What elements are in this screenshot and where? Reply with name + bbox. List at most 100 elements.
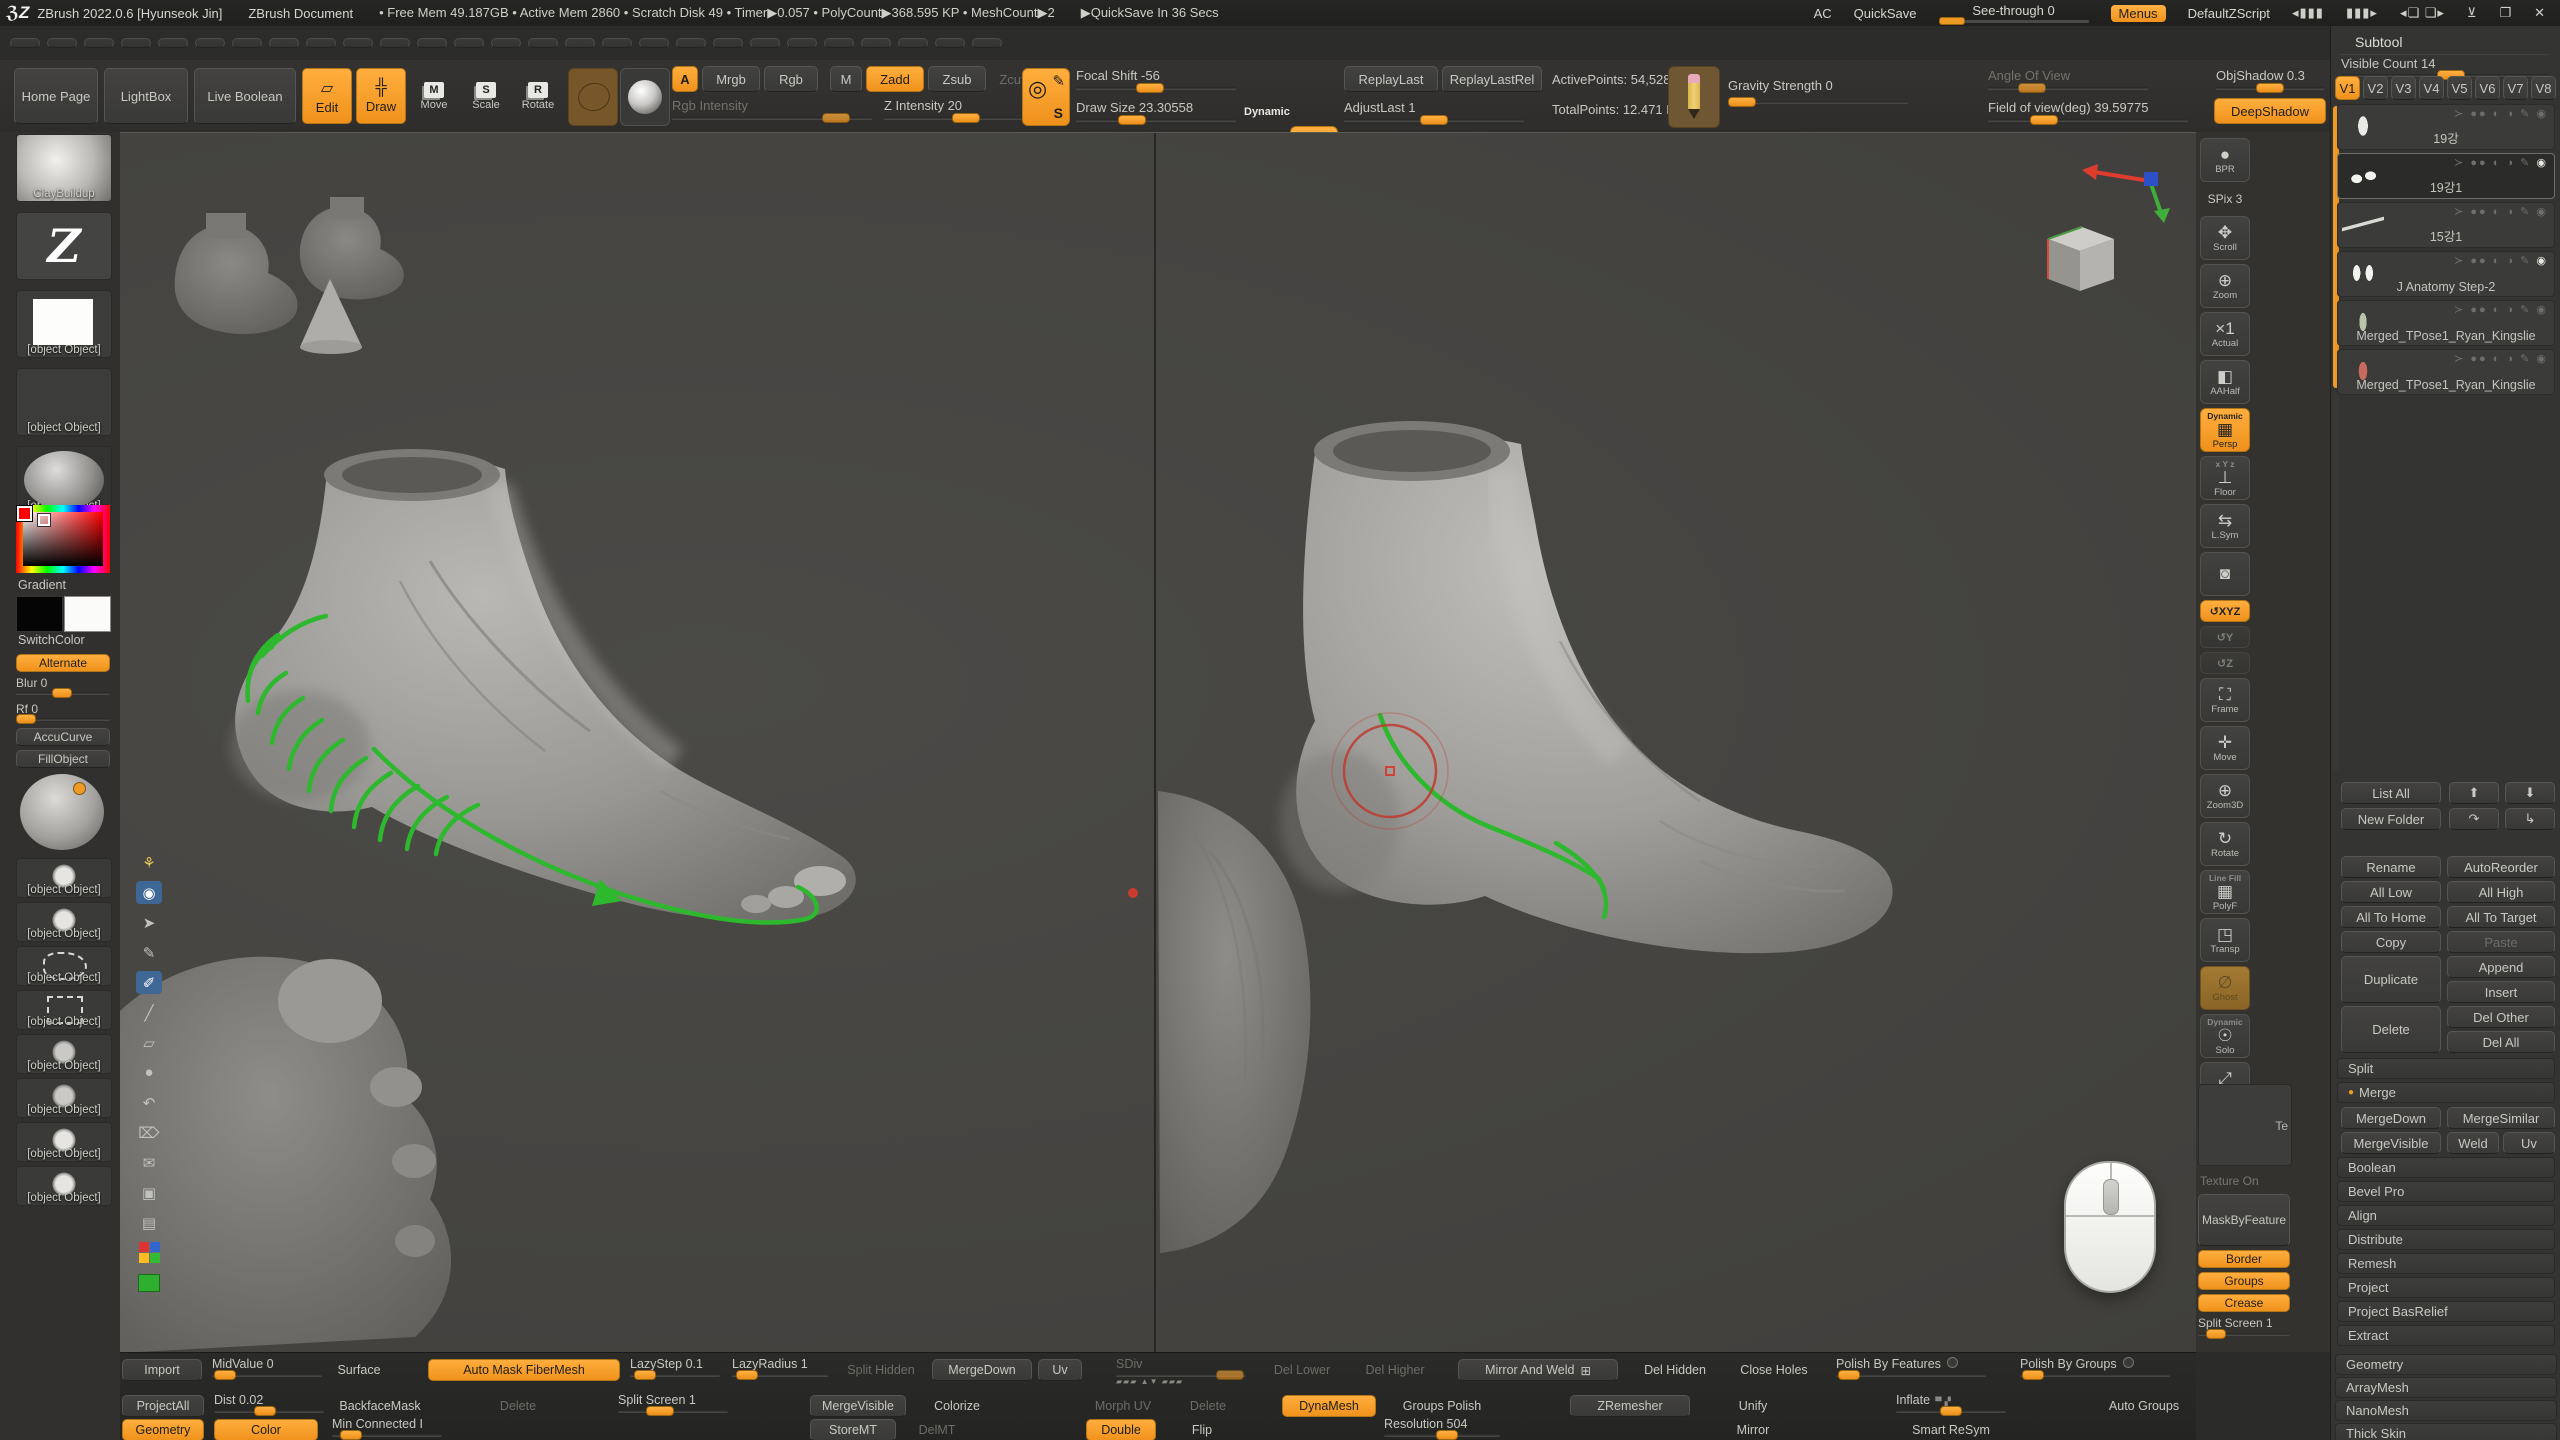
sidebar-tile[interactable]: [object Object]	[16, 946, 112, 986]
dock-left-icon[interactable]: ◂▮▮▮	[2292, 5, 2324, 21]
import-button[interactable]: Import	[122, 1359, 202, 1381]
new-folder-button[interactable]: New Folder	[2341, 808, 2441, 830]
gravity-knob[interactable]	[1728, 97, 1756, 107]
size-brush-tile[interactable]: ◎✎ S	[1022, 68, 1070, 126]
version-tab[interactable]: V5	[2447, 76, 2472, 100]
menus-toggle-button[interactable]: Menus	[2111, 5, 2166, 22]
merge-down-button[interactable]: MergeDown	[2341, 1107, 2441, 1129]
weld-button[interactable]: Weld	[2447, 1132, 2499, 1154]
rgb-intensity-knob[interactable]	[822, 113, 850, 123]
stroke-preview-tile[interactable]	[568, 68, 618, 126]
mirror-button[interactable]: Mirror	[1708, 1419, 1798, 1440]
hue-selector[interactable]	[17, 506, 32, 521]
subtool-item-icons[interactable]: ≻ ●● ◐ ◑ ✎ ◉	[2454, 352, 2548, 365]
subtool-scrollbar-track[interactable]	[2333, 392, 2339, 772]
shelf-button[interactable]: ↻ Rotate	[2200, 822, 2250, 866]
marker-tool-icon[interactable]: ✐	[136, 971, 162, 994]
border-button[interactable]: Border	[2198, 1250, 2290, 1268]
document-canvas[interactable]: ⚘ ◉ ➤ ✎ ✐ ╱ ▱ ● ↶ ⌦ ✉ ▣ ▤	[120, 132, 2196, 1353]
gradient-label[interactable]: Gradient	[18, 578, 66, 592]
shelf-button[interactable]: ◳ Transp	[2200, 918, 2250, 962]
geometry-button[interactable]: Geometry	[122, 1419, 204, 1440]
z-intensity-slider[interactable]: Z Intensity 20	[884, 98, 1034, 120]
append-button[interactable]: Append	[2447, 956, 2555, 978]
shelf-button[interactable]: ⊕ Zoom	[2200, 264, 2250, 308]
lazyradius-slider[interactable]: LazyRadius 1	[732, 1357, 828, 1379]
menu-item[interactable]	[935, 38, 965, 48]
version-tab[interactable]: V1	[2335, 76, 2360, 100]
sidebar-tile[interactable]: [object Object]	[16, 1078, 112, 1118]
geometry-palette-header[interactable]: Geometry	[2335, 1354, 2557, 1375]
secondary-color-swatch[interactable]	[64, 596, 111, 632]
adjust-last-slider[interactable]: AdjustLast 1	[1344, 100, 1524, 122]
draw-size-slider[interactable]: Draw Size 23.30558	[1076, 100, 1236, 122]
texture-preview-box[interactable]: Te	[2198, 1084, 2292, 1166]
line-tool-icon[interactable]: ╱	[136, 1001, 162, 1024]
menu-item[interactable]	[898, 38, 928, 48]
menu-item[interactable]	[380, 38, 410, 48]
home-page-button[interactable]: Home Page	[14, 68, 98, 124]
eye-icon[interactable]: ◉	[2536, 304, 2548, 316]
see-through-slider[interactable]: See-through 0	[1939, 3, 2089, 23]
dist-slider[interactable]: Dist 0.02	[214, 1393, 324, 1415]
project-section-header[interactable]: Project	[2337, 1277, 2555, 1298]
shelf-button[interactable]: ∅ Ghost	[2200, 966, 2250, 1010]
distribute-section-header[interactable]: Distribute	[2337, 1229, 2555, 1250]
del-other-button[interactable]: Del Other	[2447, 1006, 2555, 1028]
subtool-list-item[interactable]: ≻ ●● ◐ ◑ ✎ ◉ Merged_TPose1_Ryan_Kingslie	[2337, 349, 2555, 395]
del-all-button[interactable]: Del All	[2447, 1031, 2555, 1053]
double-button[interactable]: Double	[1086, 1419, 1156, 1440]
blur-slider[interactable]: Blur 0	[16, 676, 110, 695]
sidebar-tile[interactable]: [object Object]	[16, 858, 112, 898]
boolean-section-header[interactable]: Boolean	[2337, 1157, 2555, 1178]
menu-item[interactable]	[306, 38, 336, 48]
all-low-button[interactable]: All Low	[2341, 881, 2441, 903]
insert-button[interactable]: Insert	[2447, 981, 2555, 1003]
merge-visible-button[interactable]: MergeVisible	[2341, 1132, 2441, 1154]
version-tab[interactable]: V2	[2363, 76, 2388, 100]
split-screen-knob[interactable]	[2206, 1329, 2226, 1339]
shelf-button[interactable]: ● BPR	[2200, 138, 2250, 182]
replay-last-rel-button[interactable]: ReplayLastRel	[1442, 66, 1542, 92]
main-color-swatch[interactable]	[16, 596, 63, 632]
menu-item[interactable]	[269, 38, 299, 48]
sidebar-tile[interactable]: [object Object]	[16, 902, 112, 942]
split-section-header[interactable]: Split	[2337, 1058, 2555, 1079]
merge-section-header[interactable]: ●Merge	[2337, 1082, 2555, 1103]
image-icon[interactable]: ▣	[136, 1181, 162, 1204]
replay-last-button[interactable]: ReplayLast	[1344, 66, 1438, 92]
rf-slider[interactable]: Rf 0	[16, 702, 110, 721]
subtool-list-item[interactable]: ≻ ●● ◐ ◑ ✎ ◉ J Anatomy Step-2	[2337, 251, 2555, 297]
menu-item[interactable]	[158, 38, 188, 48]
focal-shift-knob[interactable]	[1136, 83, 1164, 93]
shelf-button[interactable]: ×1 Actual	[2200, 312, 2250, 356]
eye-icon[interactable]: ◉	[2536, 108, 2548, 120]
fillobject-button[interactable]: FillObject	[16, 750, 110, 768]
rf-knob[interactable]	[16, 714, 36, 724]
subtool-list-item[interactable]: ≻ ●● ◐ ◑ ✎ ◉ 15강1	[2337, 202, 2555, 248]
uv-button-bottom[interactable]: Uv	[1038, 1359, 1082, 1381]
color-picker-square[interactable]	[23, 512, 103, 566]
menu-item[interactable]	[824, 38, 854, 48]
subtool-list-item[interactable]: ≻ ●● ◐ ◑ ✎ ◉ 19강	[2337, 104, 2555, 150]
split-screen-slider-bottom[interactable]: Split Screen 1	[618, 1393, 728, 1415]
subtool-list-item[interactable]: ≻ ●● ◐ ◑ ✎ ◉ 19강1	[2337, 153, 2555, 199]
subtool-title[interactable]: Subtool	[2355, 34, 2402, 50]
auto-mask-fibermesh-button[interactable]: Auto Mask FiberMesh	[428, 1359, 620, 1381]
menu-item[interactable]	[10, 38, 40, 48]
adjust-last-knob[interactable]	[1420, 115, 1448, 125]
sidebar-tile[interactable]: [object Object]	[16, 1034, 112, 1074]
move-out-folder-button[interactable]: ↷	[2449, 808, 2499, 830]
eye-icon[interactable]: ◉	[2536, 353, 2548, 365]
zremesher-button[interactable]: ZRemesher	[1570, 1395, 1690, 1417]
message-icon[interactable]: ✉	[136, 1151, 162, 1174]
midvalue-slider[interactable]: MidValue 0	[212, 1357, 322, 1379]
unify-button[interactable]: Unify	[1708, 1395, 1798, 1417]
del-lower-button[interactable]: Del Lower	[1262, 1359, 1342, 1381]
subtool-item-icons[interactable]: ≻ ●● ◐ ◑ ✎ ◉	[2454, 205, 2548, 218]
auto-groups-button[interactable]: Auto Groups	[2094, 1395, 2194, 1417]
eraser-tool-icon[interactable]: ▱	[136, 1031, 162, 1054]
dot-tool-icon[interactable]: ●	[136, 1061, 162, 1084]
backfacemask-button[interactable]: BackfaceMask	[332, 1395, 428, 1417]
move-down-button[interactable]: ⬇	[2505, 782, 2555, 804]
